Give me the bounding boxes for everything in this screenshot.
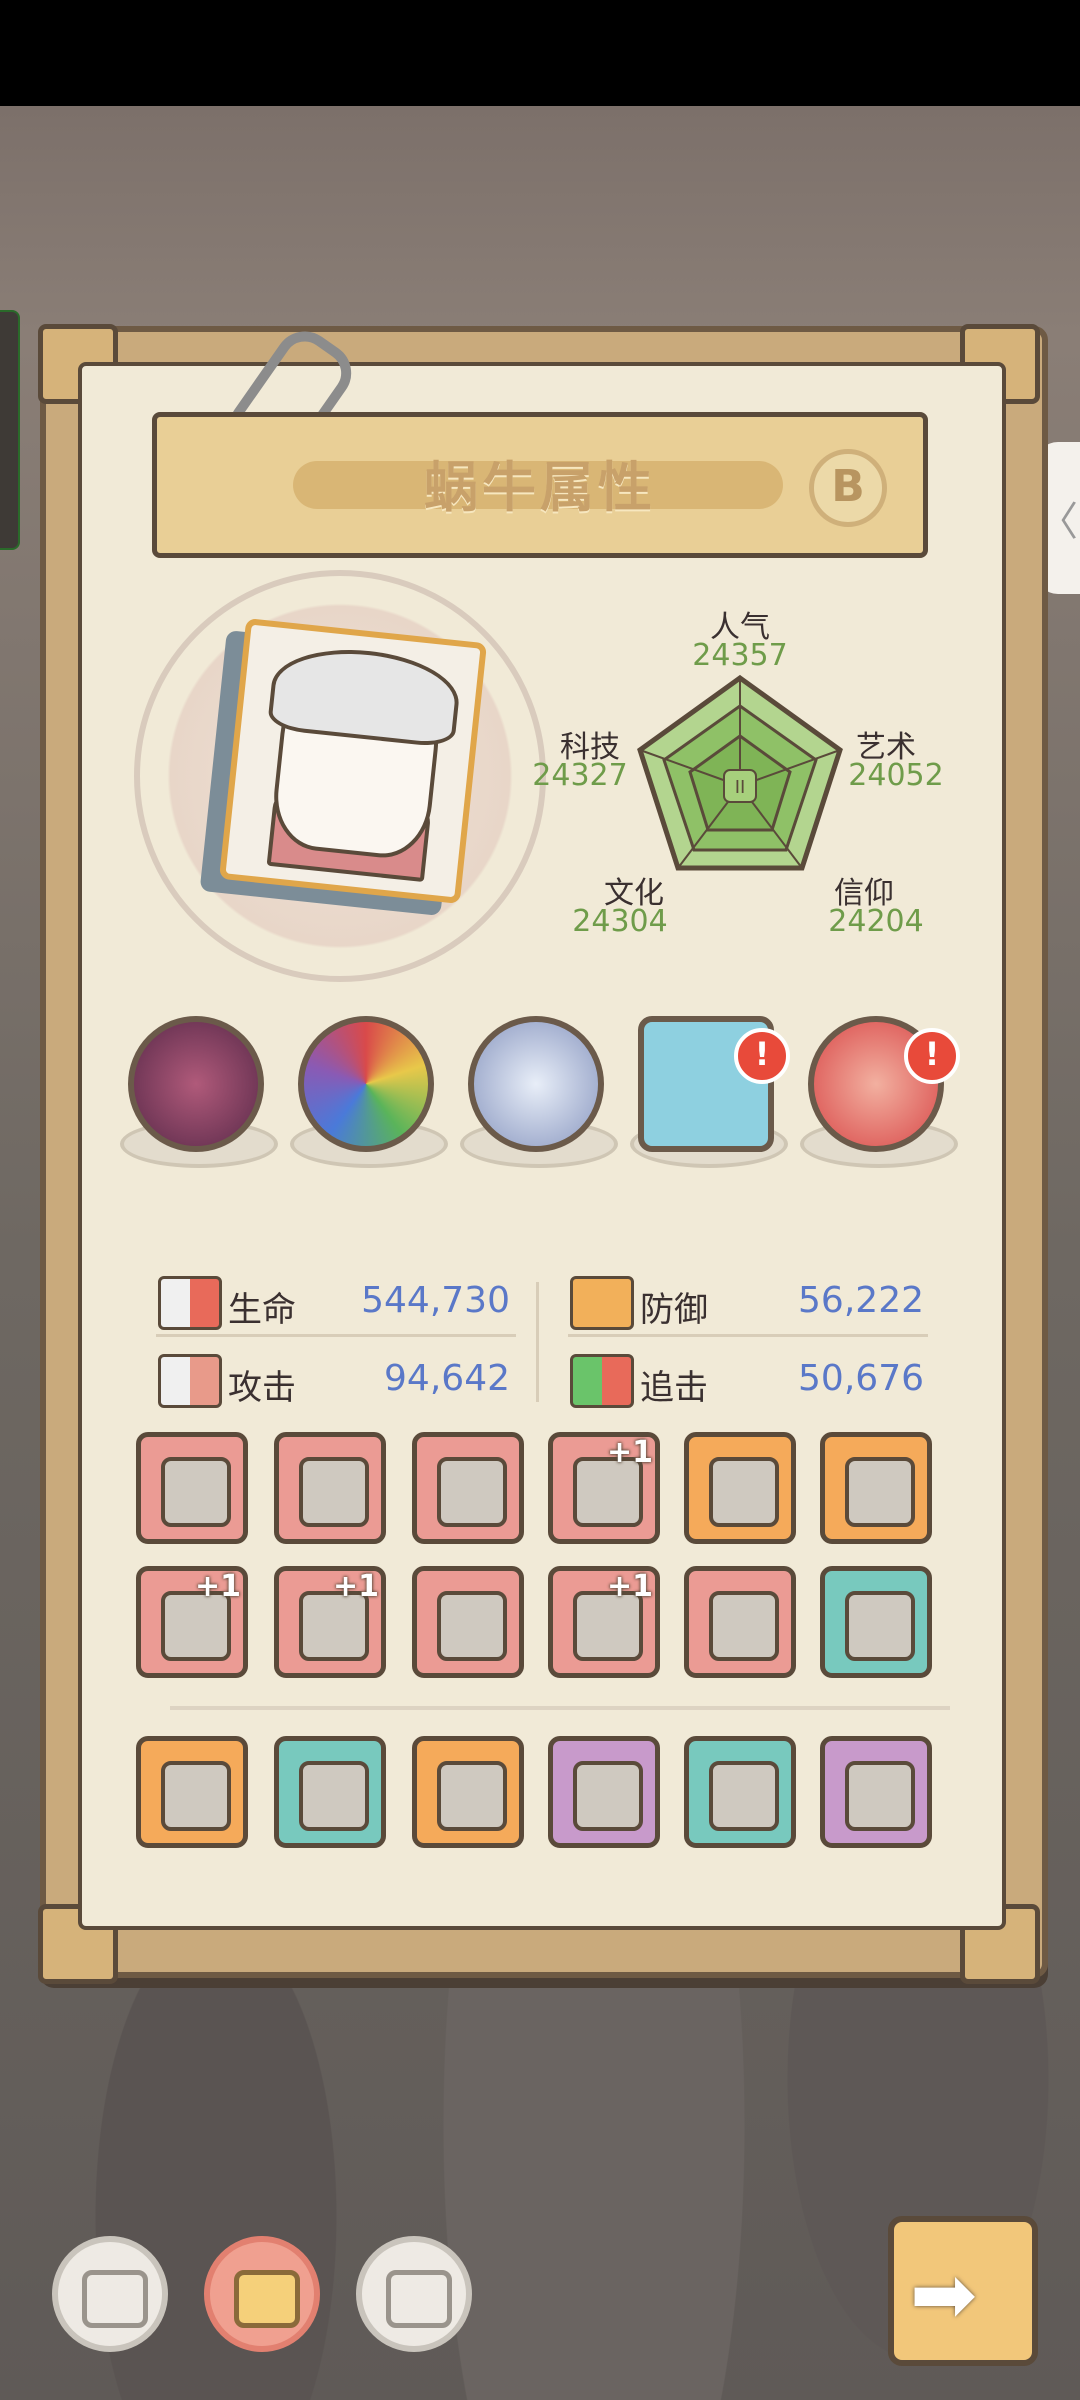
upgrade-level: +1 [194,1569,241,1604]
scythe-icon [161,1457,231,1527]
rank-badge[interactable]: B [809,449,887,527]
ring-icon [845,1457,915,1527]
radar-value-culture: 24304 [572,904,668,939]
red-tentacle-orb-icon[interactable] [128,1016,264,1152]
upgrade-level: +1 [606,1569,653,1604]
skull-face-button[interactable] [52,2236,168,2352]
left-edge-tab[interactable] [0,310,20,550]
stat-divider [568,1334,928,1337]
equipment-slot[interactable] [684,1566,796,1678]
equipment-slot[interactable] [274,1736,386,1848]
katana-icon [845,1761,915,1831]
snail-portrait[interactable] [218,618,488,904]
stat-divider [536,1282,539,1402]
cracked-face-button[interactable] [356,2236,472,2352]
equipment-slot[interactable] [274,1432,386,1544]
radar-value-tech: 24327 [532,758,628,793]
equipment-slot[interactable] [412,1432,524,1544]
alert-badge: ! [904,1028,960,1084]
equipment-slot[interactable] [684,1736,796,1848]
chase-value: 50,676 [798,1358,924,1399]
equipment-divider [170,1706,950,1710]
equipment-slot[interactable] [412,1736,524,1848]
equipment-slot[interactable] [820,1736,932,1848]
equipment-slot[interactable]: +1 [274,1566,386,1678]
page-title: 蜗牛属性 [424,456,656,519]
attack-label: 攻击 [228,1368,296,1408]
blue-helmet-icon [299,1761,369,1831]
hammer-icon [437,1761,507,1831]
attack-icon [158,1354,222,1408]
attack-value: 94,642 [384,1358,510,1399]
compass-icon[interactable] [468,1016,604,1152]
next-button[interactable]: ➡ [888,2216,1038,2366]
defense-icon [570,1276,634,1330]
upgrade-level: +1 [606,1435,653,1470]
armor-icon [299,1457,369,1527]
whip-icon [709,1761,779,1831]
equipment-slot[interactable] [684,1432,796,1544]
status-bar [0,0,1080,106]
radar-value-popularity: 24357 [692,638,788,673]
life-icon [158,1276,222,1330]
alert-badge: ! [734,1028,790,1084]
stat-divider [156,1334,516,1337]
radar-center-label: II [735,777,746,798]
equipment-slot[interactable] [136,1432,248,1544]
life-value: 544,730 [361,1280,510,1321]
orange-armor-icon [161,1761,231,1831]
chase-icon [570,1354,634,1408]
spiked-mace-icon [845,1591,915,1661]
cracked-face-icon [386,2270,452,2328]
upgrade-level: +1 [332,1569,379,1604]
life-label: 生命 [228,1290,296,1330]
helmet-icon [709,1457,779,1527]
yellow-face-icon [234,2270,300,2328]
skull-face-icon [82,2270,148,2328]
serpent-staff-icon [437,1591,507,1661]
equipment-slot[interactable] [548,1736,660,1848]
equipment-slot[interactable] [412,1566,524,1678]
radar-value-faith: 24204 [828,904,924,939]
title-banner: 蜗牛属性 B [152,412,928,558]
sword-icon [709,1591,779,1661]
rainbow-ball-icon[interactable] [298,1016,434,1152]
equipment-slot[interactable]: +1 [548,1432,660,1544]
equipment-slot[interactable] [820,1566,932,1678]
defense-value: 56,222 [798,1280,924,1321]
equipment-slot[interactable]: +1 [136,1566,248,1678]
claw-glove-icon [573,1761,643,1831]
yellow-face-button[interactable] [204,2236,320,2352]
equipment-slot[interactable]: +1 [548,1566,660,1678]
radar-value-art: 24052 [848,758,944,793]
equipment-slot[interactable] [136,1736,248,1848]
arrow-right-icon: ➡ [910,2248,978,2341]
chest-plate-icon [437,1457,507,1527]
equipment-slot[interactable] [820,1432,932,1544]
defense-label: 防御 [640,1290,708,1330]
attribute-radar: II 人气 24357 艺术 24052 信仰 24204 文化 24304 科… [520,590,960,950]
chase-label: 追击 [640,1368,708,1408]
